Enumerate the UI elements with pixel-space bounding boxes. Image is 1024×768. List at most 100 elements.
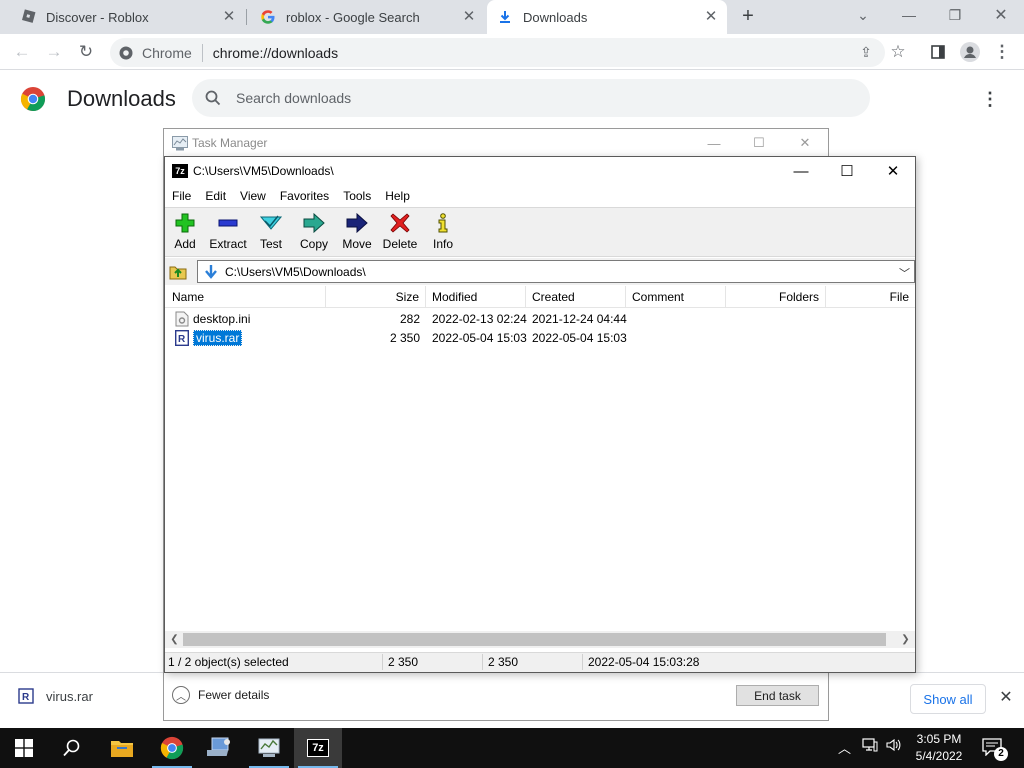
status-separator bbox=[382, 654, 383, 670]
column-folders[interactable]: Folders bbox=[726, 286, 826, 308]
sevenzip-logo-icon: 7z bbox=[172, 164, 188, 178]
status-separator bbox=[582, 654, 583, 670]
settings-file-icon bbox=[175, 311, 189, 327]
tm-close-button[interactable]: ✕ bbox=[782, 134, 828, 152]
copy-label: Copy bbox=[299, 237, 328, 251]
add-button[interactable]: Add bbox=[163, 210, 207, 256]
show-all-button[interactable]: Show all bbox=[910, 684, 986, 714]
fewer-details-toggle[interactable]: ︿ Fewer details bbox=[172, 686, 269, 704]
tab-search-icon[interactable]: ⌄ bbox=[840, 0, 886, 30]
browser-menu-icon[interactable]: ⋮ bbox=[990, 40, 1014, 64]
menu-file[interactable]: File bbox=[172, 189, 191, 203]
move-button[interactable]: Move bbox=[335, 210, 379, 256]
scroll-right-icon[interactable]: ❯ bbox=[897, 631, 914, 648]
tm-minimize-button[interactable]: — bbox=[691, 134, 737, 152]
column-files[interactable]: File bbox=[826, 286, 915, 308]
clock-time: 3:05 PM bbox=[916, 732, 962, 746]
search-icon bbox=[205, 90, 221, 106]
folder-up-icon[interactable] bbox=[169, 262, 187, 280]
column-created[interactable]: Created bbox=[526, 286, 626, 308]
reload-icon[interactable]: ↻ bbox=[74, 40, 98, 64]
table-row[interactable]: R virus.rar 2 350 2022-05-04 15:03 2022-… bbox=[165, 328, 915, 347]
address-bar[interactable]: C:\Users\VM5\Downloads\ ﹀ bbox=[197, 260, 915, 283]
downloads-menu-icon[interactable]: ⋮ bbox=[978, 86, 1002, 112]
close-tab-icon[interactable]: ✕ bbox=[703, 9, 719, 25]
address-path: C:\Users\VM5\Downloads\ bbox=[225, 264, 366, 279]
sevenzip-menubar: File Edit View Favorites Tools Help bbox=[165, 186, 915, 206]
network-tray-icon[interactable] bbox=[862, 738, 878, 755]
end-task-button[interactable]: End task bbox=[736, 685, 819, 706]
sz-close-button[interactable]: ✕ bbox=[870, 160, 916, 182]
shelf-download-item[interactable]: R virus.rar bbox=[18, 688, 93, 704]
restore-button[interactable]: ❐ bbox=[932, 0, 978, 30]
tm-maximize-button[interactable]: ☐ bbox=[736, 134, 782, 152]
close-shelf-icon[interactable]: ✕ bbox=[996, 688, 1016, 708]
search-downloads-input[interactable]: Search downloads bbox=[192, 79, 870, 117]
minimize-button[interactable]: — bbox=[886, 0, 932, 30]
side-panel-icon[interactable] bbox=[926, 40, 950, 64]
close-window-button[interactable]: ✕ bbox=[978, 0, 1024, 30]
network-app-button[interactable] bbox=[196, 728, 244, 768]
new-tab-button[interactable]: + bbox=[736, 6, 760, 28]
scrollbar-thumb[interactable] bbox=[183, 633, 886, 646]
tab-downloads[interactable]: Downloads ✕ bbox=[487, 0, 727, 34]
file-size: 2 350 bbox=[389, 330, 420, 345]
menu-edit[interactable]: Edit bbox=[205, 189, 226, 203]
menu-favorites[interactable]: Favorites bbox=[280, 189, 329, 203]
chrome-taskbar-button[interactable] bbox=[148, 728, 196, 768]
file-modified: 2022-05-04 15:03 bbox=[432, 330, 527, 345]
column-comment[interactable]: Comment bbox=[626, 286, 726, 308]
status-date: 2022-05-04 15:03:28 bbox=[588, 655, 700, 669]
menu-tools[interactable]: Tools bbox=[343, 189, 371, 203]
profile-avatar-icon[interactable] bbox=[958, 40, 982, 64]
tray-chevron-up-icon[interactable]: ︿ bbox=[838, 738, 851, 757]
sz-minimize-button[interactable]: — bbox=[778, 160, 824, 182]
info-icon bbox=[432, 212, 454, 234]
start-button[interactable] bbox=[0, 728, 48, 768]
notifications-button[interactable]: 2 bbox=[982, 738, 1008, 761]
taskbar-clock[interactable]: 3:05 PM 5/4/2022 bbox=[910, 731, 968, 765]
forward-arrow-icon[interactable]: → bbox=[42, 40, 66, 64]
chrome-chip: Chrome bbox=[110, 45, 192, 61]
tab-google-search[interactable]: roblox - Google Search ✕ bbox=[250, 0, 485, 34]
info-button[interactable]: Info bbox=[421, 210, 465, 256]
test-button[interactable]: Test bbox=[249, 210, 293, 256]
task-manager-taskbar-button[interactable] bbox=[245, 728, 293, 768]
url-text: chrome://downloads bbox=[212, 44, 339, 61]
search-button[interactable] bbox=[48, 728, 96, 768]
omnibox[interactable]: Chrome chrome://downloads bbox=[110, 38, 885, 67]
tab-discover-roblox[interactable]: Discover - Roblox ✕ bbox=[10, 0, 245, 34]
search-placeholder: Search downloads bbox=[236, 90, 352, 106]
sz-maximize-button[interactable]: ☐ bbox=[824, 160, 870, 182]
file-explorer-button[interactable] bbox=[98, 728, 146, 768]
menu-view[interactable]: View bbox=[240, 189, 266, 203]
volume-tray-icon[interactable] bbox=[886, 738, 902, 755]
google-icon bbox=[260, 9, 276, 25]
copy-button[interactable]: Copy bbox=[292, 210, 336, 256]
column-modified[interactable]: Modified bbox=[426, 286, 526, 308]
delete-button[interactable]: Delete bbox=[378, 210, 422, 256]
extract-button[interactable]: Extract bbox=[206, 210, 250, 256]
omnibox-divider bbox=[201, 43, 203, 62]
menu-help[interactable]: Help bbox=[385, 189, 410, 203]
close-tab-icon[interactable]: ✕ bbox=[461, 9, 477, 25]
bookmark-star-icon[interactable]: ☆ bbox=[886, 40, 910, 64]
folder-icon bbox=[111, 741, 133, 757]
table-row[interactable]: desktop.ini 282 2022-02-13 02:24 2021-12… bbox=[165, 309, 915, 328]
column-name[interactable]: Name bbox=[166, 286, 326, 308]
rar-file-icon: R bbox=[18, 688, 34, 704]
status-size: 2 350 bbox=[388, 655, 419, 669]
share-icon[interactable]: ⇪ bbox=[854, 40, 878, 64]
back-arrow-icon[interactable]: ← bbox=[10, 40, 34, 64]
chevron-down-icon[interactable]: ﹀ bbox=[899, 265, 910, 281]
sevenzip-taskbar-button[interactable]: 7z bbox=[294, 728, 342, 768]
file-created: 2021-12-24 04:44 bbox=[532, 311, 627, 326]
move-arrow-icon bbox=[346, 212, 368, 234]
page-title: Downloads bbox=[67, 86, 176, 111]
scroll-left-icon[interactable]: ❮ bbox=[166, 631, 183, 648]
column-size[interactable]: Size bbox=[326, 286, 426, 308]
extract-label: Extract bbox=[209, 237, 247, 251]
close-tab-icon[interactable]: ✕ bbox=[221, 9, 237, 25]
file-size: 282 bbox=[399, 311, 420, 326]
tab-title: Discover - Roblox bbox=[46, 9, 149, 25]
